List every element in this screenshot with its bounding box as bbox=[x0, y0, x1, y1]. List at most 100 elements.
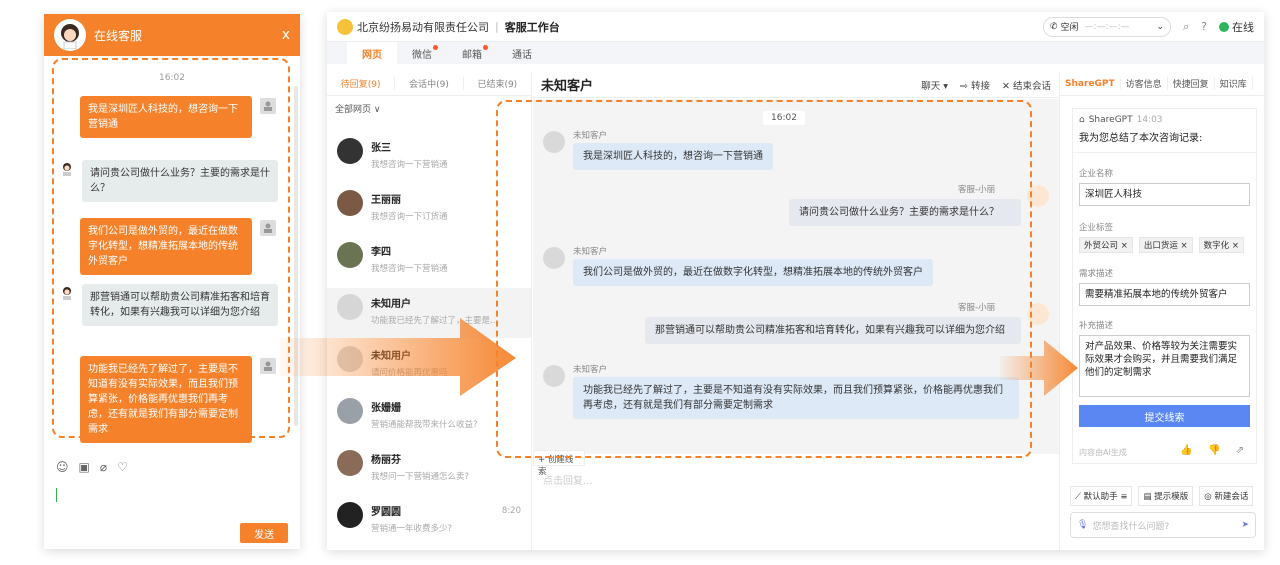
ask-input[interactable]: 🎙 您想查找什么问题? ➤ bbox=[1070, 512, 1256, 538]
contact-name: 张姗姗 bbox=[371, 403, 401, 414]
widget-time: 16:02 bbox=[159, 73, 185, 83]
contact-name: 张三 bbox=[371, 143, 391, 154]
robot-icon: ⌂ bbox=[1079, 115, 1085, 125]
tab-web[interactable]: 网页 bbox=[347, 42, 397, 64]
status-timer: —:—:—:— bbox=[1084, 21, 1130, 32]
heart-icon[interactable]: ♡ bbox=[117, 460, 128, 474]
separator: | bbox=[495, 20, 499, 33]
submit-lead-button[interactable]: 提交线索 bbox=[1079, 405, 1250, 427]
subtab-ended[interactable]: 已结束(9) bbox=[464, 77, 531, 90]
tab-wechat-label: 微信 bbox=[412, 50, 432, 61]
extra-field[interactable]: 对产品效果、价格等较为关注需要实际效果才会购买，并且需要我们满足他们的定制需求 bbox=[1079, 335, 1250, 397]
search-icon[interactable]: ⌕ bbox=[1183, 20, 1189, 34]
smile-icon[interactable]: ☺ bbox=[56, 460, 69, 474]
tag-list: 外贸公司 × 出口货运 × 数字化 × bbox=[1079, 237, 1244, 253]
reply-input[interactable]: 点击回复... bbox=[543, 472, 593, 487]
extra-label: 补充描述 bbox=[1079, 321, 1114, 331]
chat-message: 请问贵公司做什么业务？主要的需求是什么？ bbox=[789, 199, 1021, 226]
company-label: 企业名称 bbox=[1079, 169, 1114, 179]
side-panel: ShareGPT 访客信息 快捷回复 知识库 ⌂ ShareGPT 14:03 … bbox=[1059, 72, 1264, 550]
summary-intro: 我为您总结了本次咨询记录: bbox=[1073, 127, 1256, 153]
list-item[interactable]: 罗圆圆 营销通一年收费多少? 8:20 bbox=[327, 496, 531, 546]
need-field[interactable]: 需要精准拓展本地的传统外贸客户 bbox=[1079, 283, 1250, 306]
workbench-title: 客服工作台 bbox=[504, 20, 560, 34]
list-item[interactable]: 张姗姗 营销通能帮我带来什么收益? bbox=[327, 392, 531, 442]
mic-icon[interactable]: 🎙 bbox=[1077, 520, 1088, 530]
list-item[interactable]: 未知用户功能我已经先了解过了，主要是不通... bbox=[327, 288, 531, 338]
new-session-button[interactable]: ◎ 新建会话 bbox=[1199, 486, 1254, 506]
agent-avatar bbox=[54, 19, 86, 51]
contact-preview: 营销通一年收费多少? bbox=[371, 524, 453, 534]
unread-dot-icon bbox=[483, 45, 488, 50]
user-icon bbox=[260, 98, 276, 114]
help-icon[interactable]: ? bbox=[1201, 20, 1207, 33]
logo-icon bbox=[337, 18, 353, 35]
online-label: 在线 bbox=[1232, 20, 1254, 34]
customer-label: 未知客户 bbox=[573, 247, 608, 257]
subtab-active[interactable]: 会话中(9) bbox=[395, 77, 464, 90]
widget-title: 在线客服 bbox=[94, 28, 143, 43]
chat-message: 功能我已经先了解过了，主要是不知道有没有实际效果，而且我们预算紧张，价格能再优惠… bbox=[573, 377, 1019, 419]
tab-knowledge[interactable]: 知识库 bbox=[1215, 77, 1253, 90]
list-item[interactable]: 张三我想咨询一下营销通 bbox=[327, 132, 531, 182]
transfer-button[interactable]: ⇨ 转接 bbox=[960, 78, 990, 92]
tag[interactable]: 出口货运 × bbox=[1138, 237, 1193, 253]
create-lead-button[interactable]: + 创建线索 bbox=[533, 450, 585, 477]
chat-mode-dropdown[interactable]: 聊天 ▾ bbox=[921, 78, 948, 92]
widget-message: 功能我已经先了解过了，主要是不知道有没有实际效果，而且我们预算紧张，价格能再优惠… bbox=[80, 356, 252, 443]
send-button[interactable]: 发送 bbox=[240, 523, 288, 543]
list-item[interactable]: 王丽丽我想咨询一下订货通 bbox=[327, 184, 531, 234]
company-field[interactable]: 深圳匠人科技 bbox=[1079, 183, 1250, 206]
contact-name: 未知用户 bbox=[371, 299, 411, 310]
contact-name: 未知用户 bbox=[371, 351, 411, 362]
avatar bbox=[337, 398, 363, 424]
channel-tabs: 网页 微信 邮箱 通话 bbox=[327, 42, 1264, 64]
agent-avatar bbox=[1027, 185, 1049, 207]
tag[interactable]: 外贸公司 × bbox=[1079, 237, 1133, 253]
avatar bbox=[337, 294, 363, 320]
tab-call[interactable]: 通话 bbox=[497, 42, 547, 64]
chat-header: 未知客户 聊天 ▾ ⇨ 转接 ✕ 结束会话 bbox=[533, 72, 1059, 98]
end-session-button[interactable]: ✕ 结束会话 bbox=[1002, 78, 1051, 92]
widget-input-caret[interactable] bbox=[56, 488, 57, 502]
summary-time: 14:03 bbox=[1136, 115, 1163, 125]
send-icon[interactable]: ➤ bbox=[1241, 520, 1249, 530]
online-dot-icon bbox=[1219, 21, 1229, 32]
subtab-pending[interactable]: 待回复(9) bbox=[327, 77, 396, 90]
unread-dot-icon bbox=[433, 45, 438, 50]
contact-name: 王丽丽 bbox=[371, 195, 401, 206]
feedback-icons[interactable]: 👍 👎 ⇗ bbox=[1180, 445, 1250, 456]
tab-email[interactable]: 邮箱 bbox=[447, 42, 497, 64]
prompt-template-button[interactable]: ▤ 提示模版 bbox=[1138, 486, 1194, 506]
conversation-list: 待回复(9) 会话中(9) 已结束(9) 全部网页 ∨ 张三 我想咨询一下营销通 … bbox=[327, 72, 532, 550]
chat-time: 16:02 bbox=[763, 111, 805, 125]
status-select[interactable]: ✆ 空闲 —:—:—:— ⌄ bbox=[1042, 16, 1171, 37]
chat-message: 那营销通可以帮助贵公司精准拓客和培育转化，如果有兴趣我可以详细为您介绍 bbox=[645, 317, 1021, 344]
tag[interactable]: 数字化 × bbox=[1198, 237, 1244, 253]
chat-message: 我们公司是做外贸的，最近在做数字化转型，想精准拓展本地的传统外贸客户 bbox=[573, 259, 933, 286]
contact-name: 杨丽芬 bbox=[371, 455, 401, 466]
customer-label: 未知客户 bbox=[573, 365, 608, 375]
contact-preview: 我想咨询一下营销通 bbox=[371, 160, 448, 170]
tab-quick-reply[interactable]: 快捷回复 bbox=[1168, 77, 1215, 90]
avatar bbox=[337, 138, 363, 164]
contact-preview: 功能我已经先了解过了，主要是不通... bbox=[371, 316, 501, 326]
contact-preview: 我想咨询一下订货通 bbox=[371, 212, 448, 222]
default-assistant-button[interactable]: ⟋ 默认助手 ≡ bbox=[1070, 486, 1133, 506]
list-item[interactable]: 李四 我想咨询一下营销通 bbox=[327, 236, 531, 286]
tab-sharegpt[interactable]: ShareGPT bbox=[1060, 78, 1121, 89]
online-status[interactable]: 在线 bbox=[1219, 19, 1254, 35]
close-icon[interactable]: x bbox=[282, 27, 290, 43]
image-icon[interactable]: ▣ bbox=[79, 460, 90, 474]
attach-icon[interactable]: ⌀ bbox=[100, 460, 107, 474]
avatar bbox=[337, 346, 363, 372]
tab-visitor-info[interactable]: 访客信息 bbox=[1121, 77, 1168, 90]
list-item[interactable]: 杨丽芬 我想问一下营销通怎么卖? bbox=[327, 444, 531, 494]
filter-dropdown[interactable]: 全部网页 ∨ bbox=[327, 96, 531, 121]
widget-scrollbar[interactable] bbox=[294, 86, 298, 426]
tab-wechat[interactable]: 微信 bbox=[397, 42, 447, 64]
contact-preview: 我想咨询一下营销通 bbox=[371, 264, 448, 274]
list-item[interactable]: 未知用户 请问价格能再优惠吗 bbox=[327, 340, 531, 390]
chevron-down-icon: ⌄ bbox=[1156, 21, 1164, 32]
widget-message: 我们公司是做外贸的，最近在做数字化转型，想精准拓展本地的传统外贸客户 bbox=[80, 218, 252, 275]
